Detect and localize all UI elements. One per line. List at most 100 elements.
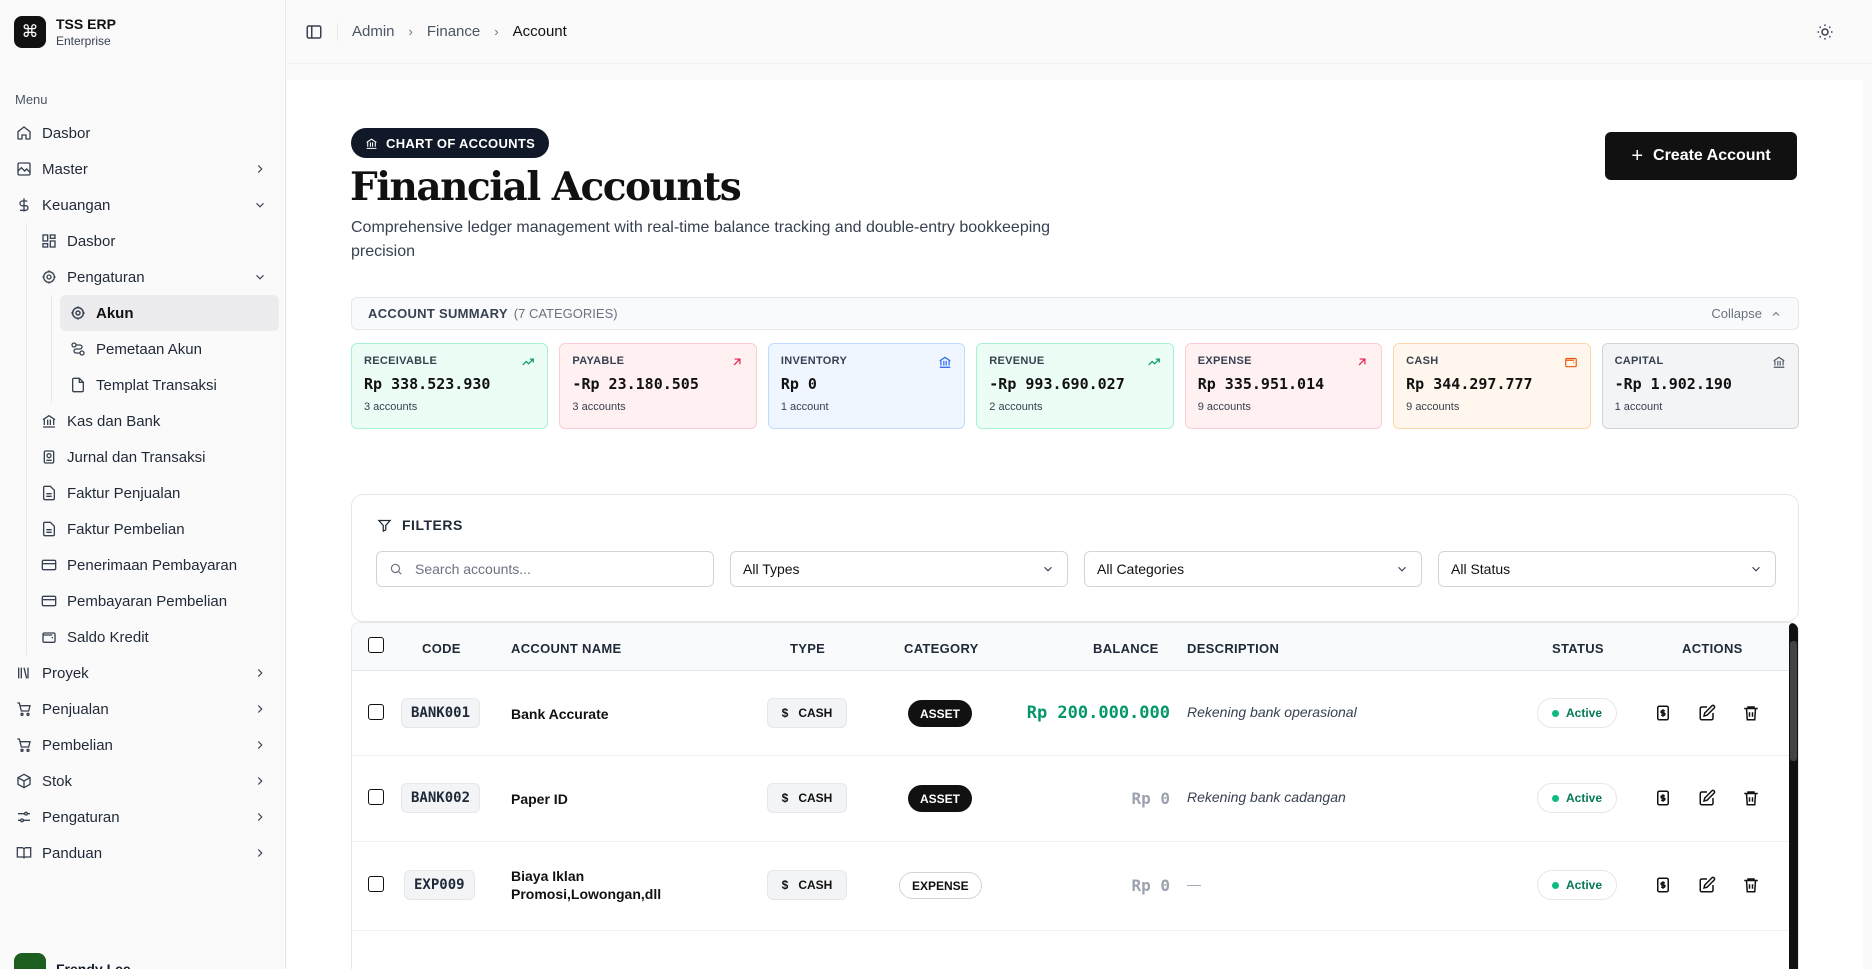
scrollbar-thumb[interactable]: [1790, 641, 1797, 761]
select-all-checkbox[interactable]: [368, 637, 384, 653]
account-description: Rekening bank operasional: [1187, 704, 1357, 720]
column-account-name[interactable]: ACCOUNT NAME: [511, 641, 621, 656]
card-title: RECEIVABLE: [364, 355, 438, 367]
breadcrumb-finance[interactable]: Finance: [427, 23, 480, 40]
card-count: 1 account: [780, 401, 829, 413]
chevron-right-icon: [257, 813, 263, 821]
card-count: 1 account: [1614, 401, 1663, 413]
column-description: DESCRIPTION: [1187, 641, 1280, 656]
account-name[interactable]: Bank Accurate: [511, 705, 609, 723]
account-code: EXP009: [404, 870, 475, 900]
sidebar-item-label: Faktur Penjualan: [67, 484, 181, 502]
summary-card-inventory[interactable]: INVENTORY Rp 0 1 account: [767, 343, 966, 429]
sidebar-item-label: Templat Transaksi: [96, 376, 217, 394]
sidebar-item-label: Pembelian: [42, 736, 113, 754]
column-balance[interactable]: BALANCE: [1093, 641, 1159, 656]
account-name[interactable]: Biaya Iklan Promosi,Lowongan,dll: [511, 867, 681, 903]
chevron-down-icon: [256, 202, 264, 208]
sidebar-item-keuangan[interactable]: Keuangan: [0, 187, 285, 223]
sidebar-item-pembayaran-pembelian[interactable]: Pembayaran Pembelian: [41, 583, 285, 619]
sidebar-item-pengaturan-global[interactable]: Pengaturan: [0, 799, 285, 835]
sidebar-item-penjualan[interactable]: Penjualan: [0, 691, 285, 727]
row-checkbox[interactable]: [368, 876, 384, 892]
collapse-button[interactable]: Collapse: [1711, 306, 1782, 321]
pengaturan-submenu: Akun Pemetaan Akun Templat Transaksi: [51, 295, 285, 403]
theme-toggle-sun-icon[interactable]: [1816, 23, 1834, 41]
gear-icon: [70, 305, 86, 321]
chevron-up-icon: [1772, 311, 1780, 316]
sidebar-item-label: Faktur Pembelian: [67, 520, 185, 538]
sidebar-item-jurnal[interactable]: Jurnal dan Transaksi: [41, 439, 285, 475]
sidebar-item-kas-dan-bank[interactable]: Kas dan Bank: [41, 403, 285, 439]
summary-card-capital[interactable]: CAPITAL -Rp 1.902.190 1 account: [1601, 343, 1799, 429]
sidebar-item-templat-transaksi[interactable]: Templat Transaksi: [60, 367, 285, 403]
view-ledger-icon[interactable]: [1654, 876, 1672, 894]
sidebar-item-stok[interactable]: Stok: [0, 763, 285, 799]
card-icon: [41, 593, 57, 609]
summary-card-revenue[interactable]: REVENUE -Rp 993.690.027 2 accounts: [976, 343, 1174, 429]
summary-card-receivable[interactable]: RECEIVABLE Rp 338.523.930 3 accounts: [351, 343, 549, 429]
column-code[interactable]: CODE: [422, 641, 461, 656]
sidebar-item-label: Panduan: [42, 844, 103, 862]
summary-card-payable[interactable]: PAYABLE -Rp 23.180.505 3 accounts: [559, 343, 757, 429]
sidebar-item-dasbor[interactable]: Dasbor: [0, 115, 285, 151]
breadcrumb-admin[interactable]: Admin: [352, 23, 395, 40]
sidebar-item-pembelian[interactable]: Pembelian: [0, 727, 285, 763]
sidebar-item-master[interactable]: Master: [0, 151, 285, 187]
sidebar-item-pemetaan-akun[interactable]: Pemetaan Akun: [60, 331, 285, 367]
column-status[interactable]: STATUS: [1552, 641, 1604, 656]
column-category[interactable]: CATEGORY: [904, 641, 979, 656]
summary-card-cash[interactable]: CASH Rp 344.297.777 9 accounts: [1393, 343, 1591, 429]
keuangan-submenu: Dasbor Pengaturan Akun Pemetaan Akun Tem…: [26, 223, 285, 655]
dollar-icon: $: [781, 706, 789, 720]
table-row[interactable]: BANK001 Bank Accurate $ CASH ASSET Rp 200…: [352, 671, 1789, 756]
delete-icon[interactable]: [1742, 704, 1760, 722]
type-select[interactable]: All Types: [730, 551, 1068, 587]
edit-icon[interactable]: [1698, 789, 1716, 807]
row-checkbox[interactable]: [368, 704, 384, 720]
edit-icon[interactable]: [1698, 704, 1716, 722]
sidebar-item-proyek[interactable]: Proyek: [0, 655, 285, 691]
dollar-icon: $: [781, 791, 789, 805]
sidebar-item-keuangan-dasbor[interactable]: Dasbor: [41, 223, 285, 259]
grid-icon: [41, 233, 57, 249]
sidebar-toggle-icon[interactable]: [305, 23, 323, 41]
sidebar-item-panduan[interactable]: Panduan: [0, 835, 285, 871]
search-input[interactable]: Search accounts...: [376, 551, 714, 587]
status-select[interactable]: All Status: [1438, 551, 1776, 587]
sidebar-item-faktur-pembelian[interactable]: Faktur Pembelian: [41, 511, 285, 547]
view-ledger-icon[interactable]: [1654, 704, 1672, 722]
edit-icon[interactable]: [1698, 876, 1716, 894]
type-label: CASH: [798, 791, 833, 805]
app-logo-icon: ⌘: [14, 16, 46, 48]
table-row[interactable]: EXP009 Biaya Iklan Promosi,Lowongan,dll …: [352, 843, 1789, 931]
sidebar-item-faktur-penjualan[interactable]: Faktur Penjualan: [41, 475, 285, 511]
table-header: CODE ACCOUNT NAME TYPE CATEGORY BALANCE …: [352, 623, 1789, 671]
sidebar-item-penerimaan-pembayaran[interactable]: Penerimaan Pembayaran: [41, 547, 285, 583]
card-value: -Rp 23.180.505: [572, 375, 699, 393]
user-menu[interactable]: Frendy Lee: [14, 953, 131, 969]
category-select[interactable]: All Categories: [1084, 551, 1422, 587]
sidebar-item-akun[interactable]: Akun: [60, 295, 279, 331]
brand[interactable]: ⌘ TSS ERP Enterprise: [0, 0, 285, 64]
book-icon: [41, 449, 57, 465]
category-badge: ASSET: [908, 700, 973, 727]
row-checkbox[interactable]: [368, 789, 384, 805]
create-account-button[interactable]: + Create Account: [1605, 132, 1797, 180]
table-scrollbar[interactable]: [1789, 623, 1798, 969]
sidebar-item-label: Saldo Kredit: [67, 628, 149, 646]
delete-icon[interactable]: [1742, 789, 1760, 807]
card-value: Rp 344.297.777: [1406, 375, 1533, 393]
delete-icon[interactable]: [1742, 876, 1760, 894]
sidebar-item-pengaturan[interactable]: Pengaturan: [41, 259, 285, 295]
account-name[interactable]: Paper ID: [511, 790, 568, 808]
table-row[interactable]: BANK002 Paper ID $ CASH ASSET Rp 0 Rekeni…: [352, 757, 1789, 842]
category-badge: EXPENSE: [899, 872, 982, 899]
status-dot: [1551, 709, 1559, 717]
wallet-icon: [41, 629, 57, 645]
column-actions: ACTIONS: [1682, 641, 1743, 656]
summary-card-expense[interactable]: EXPENSE Rp 335.951.014 9 accounts: [1184, 343, 1383, 429]
sidebar-item-saldo-kredit[interactable]: Saldo Kredit: [41, 619, 285, 655]
view-ledger-icon[interactable]: [1654, 789, 1672, 807]
column-type[interactable]: TYPE: [790, 641, 825, 656]
